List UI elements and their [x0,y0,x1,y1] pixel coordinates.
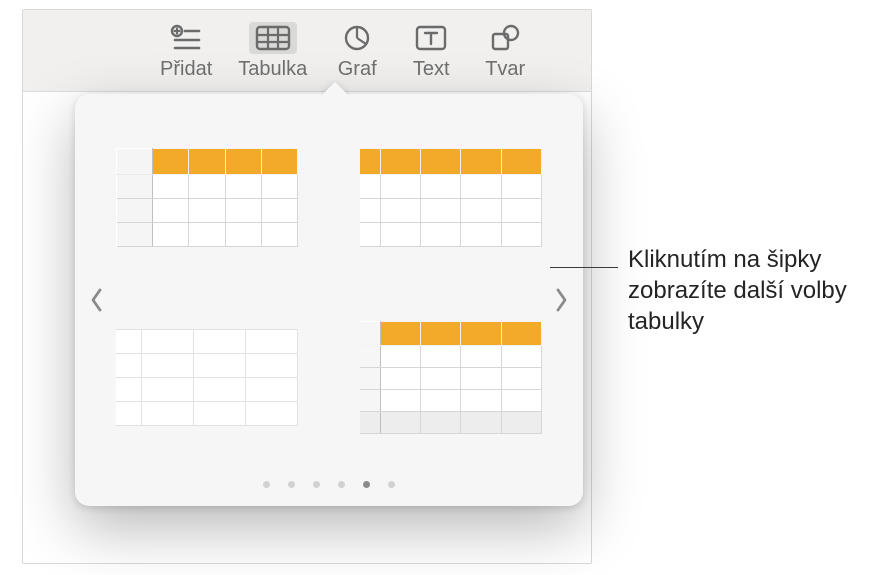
page-dot[interactable] [363,481,370,488]
page-indicator [75,481,583,488]
page-dot[interactable] [313,481,320,488]
chevron-left-icon [89,287,103,313]
table-style-option[interactable] [116,329,298,426]
callout-leader-line [550,267,618,268]
toolbar: Přidat Tabulka [23,10,591,92]
text-button[interactable]: Text [395,10,467,81]
tool-label: Text [413,58,450,81]
chevron-right-icon [555,287,569,313]
page-dot[interactable] [263,481,270,488]
next-page-arrow[interactable] [549,279,575,321]
popover-caret [321,80,349,96]
table-style-popover [75,94,583,506]
table-style-option[interactable] [116,148,298,247]
page-dot[interactable] [388,481,395,488]
add-button[interactable]: Přidat [148,10,224,81]
tool-label: Přidat [160,58,212,81]
page-dot[interactable] [288,481,295,488]
table-style-option[interactable] [360,321,542,434]
text-box-icon [415,25,447,51]
shape-button[interactable]: Tvar [469,10,541,81]
callout-text: Kliknutím na šipky zobrazíte další volby… [628,244,878,338]
tool-label: Tvar [485,58,525,81]
table-icon [255,25,291,51]
chart-button[interactable]: Graf [321,10,393,81]
table-style-option[interactable] [360,148,542,247]
list-plus-icon [169,24,203,52]
previous-page-arrow[interactable] [83,279,109,321]
shapes-icon [489,24,521,52]
tool-label: Graf [338,58,377,81]
pie-chart-icon [342,23,372,53]
table-button[interactable]: Tabulka [226,10,319,81]
page-dot[interactable] [338,481,345,488]
tool-label: Tabulka [238,58,307,81]
